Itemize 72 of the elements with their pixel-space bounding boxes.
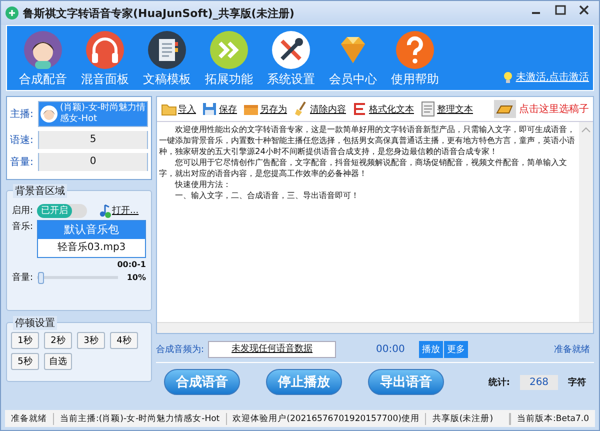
- output-field[interactable]: 未发现任何语音数据: [208, 340, 336, 358]
- pause-button[interactable]: 4秒: [110, 332, 138, 349]
- toolbar-link[interactable]: 整理文本: [437, 102, 473, 116]
- pause-button[interactable]: 1秒: [11, 332, 39, 349]
- paragraph: 快速使用方法：: [174, 179, 232, 190]
- toolbar-button[interactable]: 拓展功能: [203, 30, 255, 88]
- toolbar-link[interactable]: 另存为: [260, 102, 287, 116]
- output-label: 合成音频为:: [156, 344, 204, 356]
- output-status: 准备就绪: [554, 344, 590, 356]
- template-link[interactable]: 点击这里选稿子: [519, 102, 589, 116]
- volume-reading: 10%: [126, 273, 146, 282]
- more-button[interactable]: 更多: [444, 340, 468, 358]
- paragraph: 欢迎使用性能出众的文字转语音专家，这是一款简单好用的文字转语音新型产品，只需输入文字，即可生成语音，一键添加背景音乐，内置数十种智能主播任您选择，包括男女高保真普通话主播，更有地方特色方言，童声，英语小语种，独家研发的五大引擎源24小时不间断提供语音合成支持，是您身边最信赖的语音合成专家！: [159, 124, 576, 157]
- music-time: 00:0-1: [116, 260, 146, 269]
- stats-label: 统计:: [488, 376, 510, 388]
- toolbar-button[interactable]: 会员中心: [327, 30, 379, 88]
- bulb-icon: [502, 71, 513, 83]
- output-time: 00:00: [376, 344, 405, 354]
- question-icon: [395, 30, 435, 70]
- chevrons-icon: [209, 30, 249, 70]
- app-icon: [5, 6, 19, 20]
- volume-label: 音量:: [10, 156, 34, 169]
- status-text: 当前版本:Beta7.0: [510, 412, 595, 424]
- notebook-icon: [147, 30, 187, 70]
- speed-label: 语速:: [10, 134, 34, 147]
- music-label: 音乐:: [12, 220, 34, 233]
- volume-field[interactable]: 0: [38, 153, 148, 171]
- scrollbar[interactable]: [579, 122, 593, 322]
- paragraph: 一、输入文字，二、合成语音，三、导出语音即可！: [174, 190, 360, 201]
- avatar-icon: [40, 105, 58, 123]
- status-text: 当前主播:(肖颖)-女-时尚魅力情感女-Hot: [54, 412, 227, 424]
- pause-button[interactable]: 2秒: [44, 332, 72, 349]
- toolbar-button[interactable]: 使用帮助: [389, 30, 441, 88]
- music-list-item[interactable]: 默认音乐包: [38, 221, 145, 239]
- text-format-icon: [352, 101, 368, 117]
- enable-label: 启用:: [12, 204, 34, 217]
- horizontal-scrollbar[interactable]: [157, 322, 593, 333]
- toolbar-button[interactable]: 混音面板: [79, 30, 131, 88]
- group-title: 停顿设置: [13, 316, 57, 330]
- volume-slider-thumb[interactable]: [38, 272, 44, 284]
- headphones-icon: [85, 30, 125, 70]
- toolbar-button[interactable]: 文稿模板: [141, 30, 193, 88]
- stats-unit: 字符: [568, 376, 586, 388]
- music-list-item[interactable]: 轻音乐03.mp3: [38, 239, 145, 257]
- pause-button[interactable]: 3秒: [77, 332, 105, 349]
- toolbar-button[interactable]: 合成配音: [17, 30, 69, 88]
- toolbar-link[interactable]: 导入: [178, 102, 196, 116]
- activation-link[interactable]: 未激活,点击激活: [516, 70, 589, 84]
- status-text: 欢迎体验用户(20216576701920157700)使用: [226, 412, 426, 424]
- anchor-field[interactable]: (肖颖)-女-时尚魅力情感女-Hot: [38, 101, 148, 127]
- play-button[interactable]: 播放: [418, 340, 443, 358]
- anchor-label: 主播:: [10, 108, 34, 121]
- status-text: 共享版(未注册): [426, 412, 510, 424]
- text-area[interactable]: [157, 122, 593, 322]
- toolbar-link[interactable]: 清除内容: [310, 102, 346, 116]
- status-text: 准备就绪: [5, 412, 54, 424]
- pause-button[interactable]: 自选: [44, 353, 72, 370]
- anchor-name: (肖颖)-女-时尚魅力情感女-Hot: [60, 103, 146, 125]
- document-icon: [420, 101, 436, 117]
- toolbar-link[interactable]: 保存: [219, 102, 237, 116]
- toolbar-link[interactable]: 格式化文本: [369, 102, 414, 116]
- open-link[interactable]: 打开...: [112, 204, 139, 217]
- stats-value: 268: [520, 374, 558, 390]
- paragraph: 您可以用于它尽情创作广告配音，文字配音，抖音短视频解说配音，商场促销配音，视频文件配音，简单输入文字，就出对应的语音内容，是您提高工作效率的必备神器！: [159, 157, 568, 179]
- toolbar-button[interactable]: 系统设置: [265, 30, 317, 88]
- person-icon: [23, 30, 63, 70]
- tools-icon: [271, 30, 311, 70]
- volume-label: 音量:: [12, 272, 34, 284]
- speed-field[interactable]: 5: [38, 131, 148, 149]
- group-title: 背景音区域: [13, 184, 67, 198]
- window-title: 鲁斯祺文字转语音专家(HuaJunSoft)_共享版(未注册): [23, 6, 296, 20]
- pause-button[interactable]: 5秒: [11, 353, 39, 370]
